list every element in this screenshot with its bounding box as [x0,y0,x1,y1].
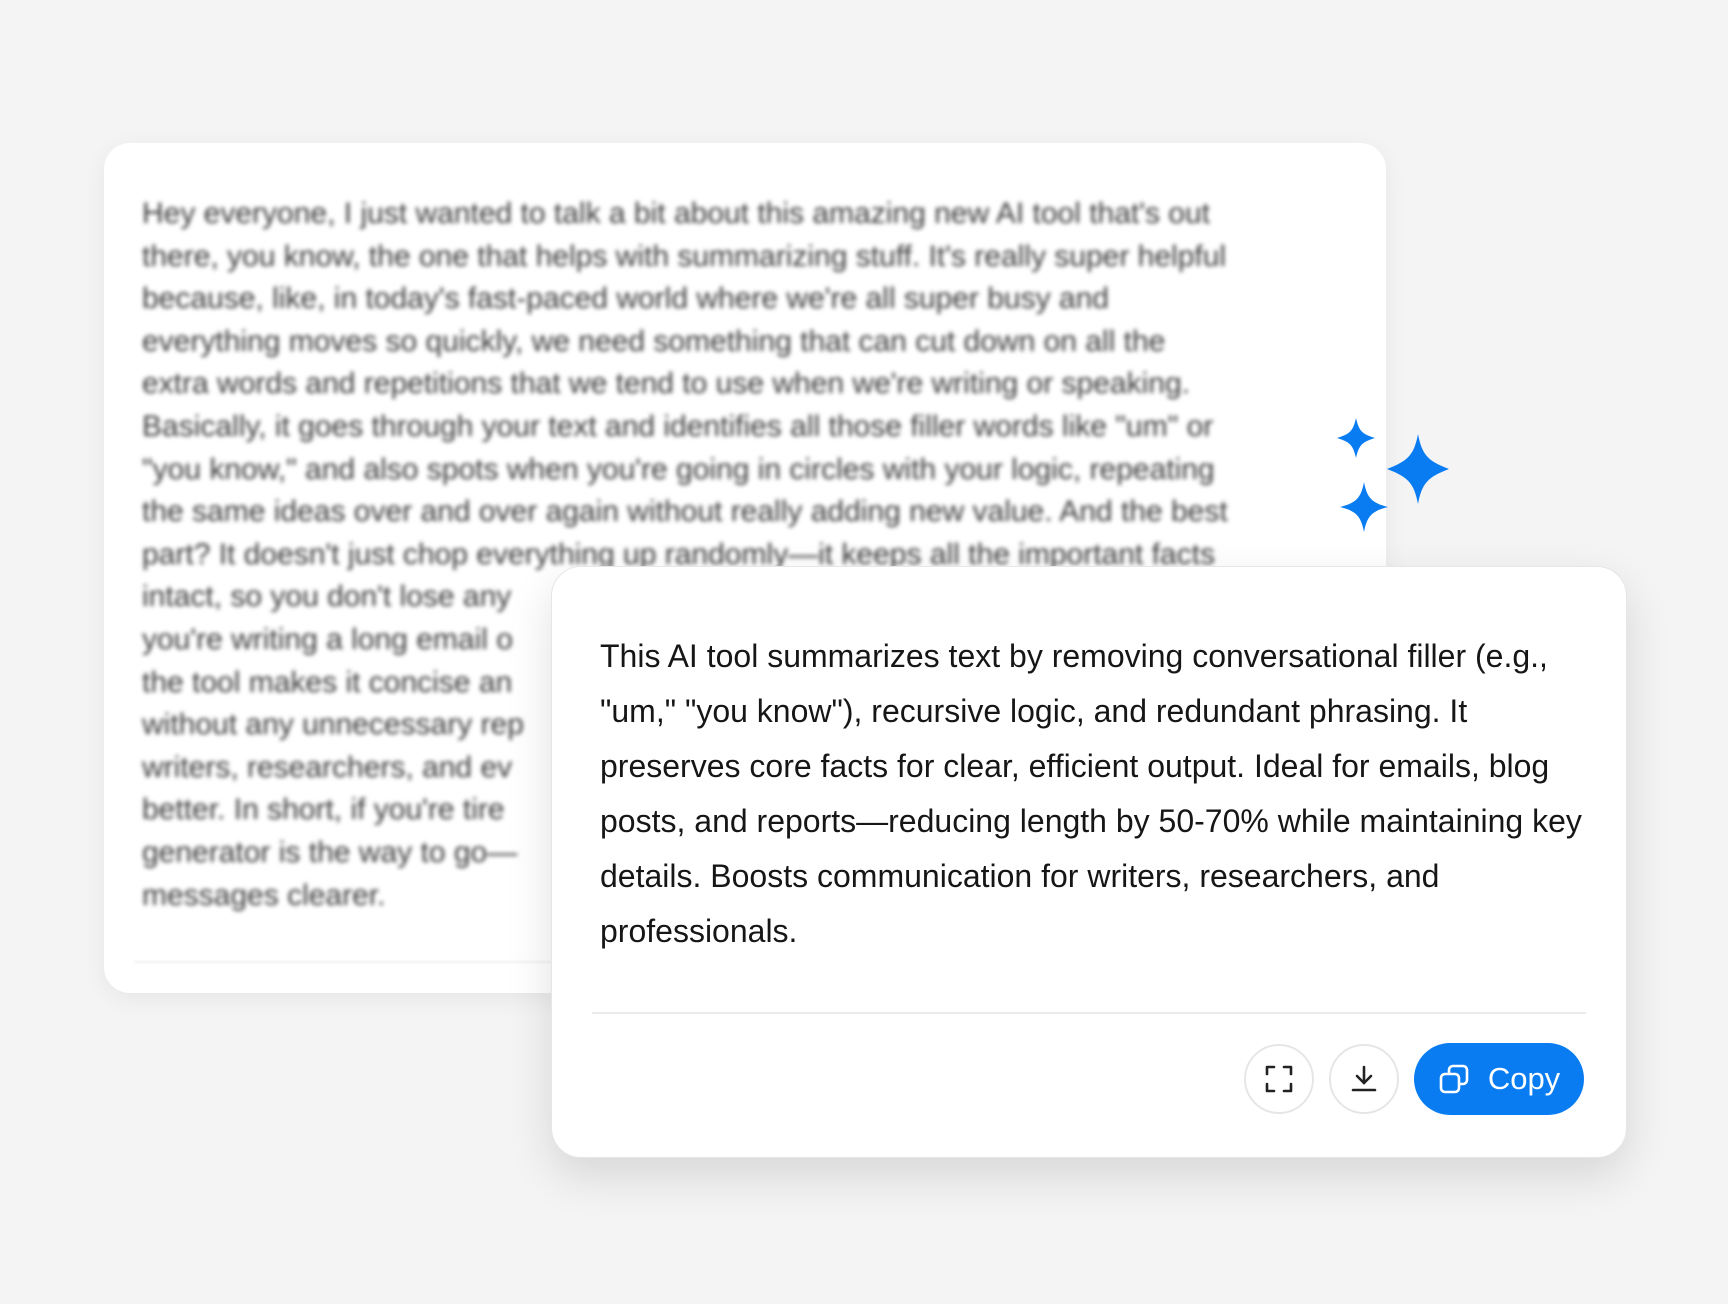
download-button[interactable] [1329,1044,1399,1114]
download-icon [1349,1064,1379,1094]
action-bar: Copy [1244,1043,1584,1115]
copy-button[interactable]: Copy [1414,1043,1584,1115]
summary-text: This AI tool summarizes text by removing… [600,638,1582,949]
fullscreen-button[interactable] [1244,1044,1314,1114]
divider [592,1012,1586,1014]
expand-icon [1265,1065,1293,1093]
summary-card: This AI tool summarizes text by removing… [551,566,1627,1158]
copy-icon [1438,1063,1470,1095]
sparkles-icon [1337,418,1449,532]
copy-button-label: Copy [1487,1061,1561,1096]
